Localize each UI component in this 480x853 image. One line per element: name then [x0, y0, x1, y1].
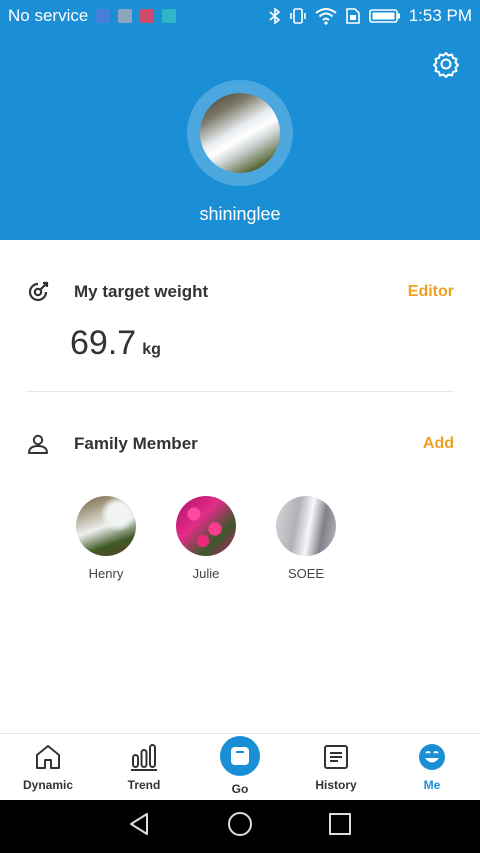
scale-icon[interactable] [220, 736, 260, 776]
clock-label: 1:53 PM [408, 6, 472, 25]
target-title: My target weight [74, 282, 209, 301]
bar-chart-icon [129, 742, 159, 772]
nav-trend[interactable]: Trend [96, 734, 192, 800]
member-avatar[interactable] [276, 496, 336, 556]
family-section: Family Member Add Henry Julie SOEE [0, 392, 480, 622]
member-soee[interactable]: SOEE [276, 496, 336, 581]
nav-label: Trend [127, 778, 161, 792]
avatar-ring[interactable] [187, 80, 293, 186]
shield-icon [162, 9, 177, 23]
profile-avatar[interactable] [200, 93, 280, 173]
family-row-header: Family Member Add [26, 432, 454, 456]
target-row-header: My target weight Editor [26, 280, 454, 304]
home-icon [33, 742, 63, 772]
member-name: SOEE [287, 566, 325, 581]
member-avatar[interactable] [76, 496, 136, 556]
member-name: Henry [88, 566, 124, 581]
target-weight-display: 69.7 kg [70, 324, 161, 363]
profile-header: shininglee [0, 32, 480, 240]
nav-label: Me [423, 778, 441, 792]
weight-value: 69.7 [70, 324, 137, 362]
status-bar: No service 1:53 PM [0, 0, 480, 32]
sim-icon [345, 7, 361, 25]
nav-go[interactable]: Go [192, 734, 288, 800]
target-weight-section: My target weight Editor 69.7 kg [0, 240, 480, 392]
nav-label: Go [231, 782, 249, 796]
battery-icon [368, 8, 401, 24]
system-nav-bar [0, 800, 480, 853]
family-title: Family Member [74, 434, 198, 453]
nav-history[interactable]: History [288, 734, 384, 800]
home-circle-icon[interactable] [227, 811, 253, 842]
member-henry[interactable]: Henry [76, 496, 136, 581]
carrier-label: No service [8, 6, 89, 25]
notification-icon [96, 9, 111, 23]
member-julie[interactable]: Julie [176, 496, 236, 581]
editor-button[interactable]: Editor [408, 283, 454, 301]
status-right: 1:53 PM [269, 6, 472, 26]
list-icon [321, 742, 351, 772]
app-icon [140, 9, 155, 23]
nav-label: Dynamic [22, 778, 74, 792]
recents-icon[interactable] [327, 811, 353, 842]
target-icon [26, 280, 50, 304]
smiley-icon [417, 742, 447, 772]
member-avatar[interactable] [176, 496, 236, 556]
nav-dynamic[interactable]: Dynamic [0, 734, 96, 800]
nav-label: History [315, 778, 357, 792]
wifi-icon [315, 7, 337, 25]
vibrate-icon [289, 7, 307, 25]
weight-unit: kg [142, 341, 161, 358]
add-member-button[interactable]: Add [423, 435, 454, 453]
username: shininglee [199, 204, 281, 224]
person-icon [26, 432, 50, 456]
back-icon[interactable] [127, 811, 153, 842]
member-list: Henry Julie SOEE [76, 496, 336, 581]
bluetooth-icon [269, 7, 281, 25]
status-left: No service [8, 6, 177, 26]
bottom-nav: Dynamic Trend Go History Me [0, 733, 480, 800]
gear-icon[interactable] [432, 50, 460, 78]
nav-me[interactable]: Me [384, 734, 480, 800]
member-name: Julie [192, 566, 220, 581]
gallery-icon [118, 9, 133, 23]
